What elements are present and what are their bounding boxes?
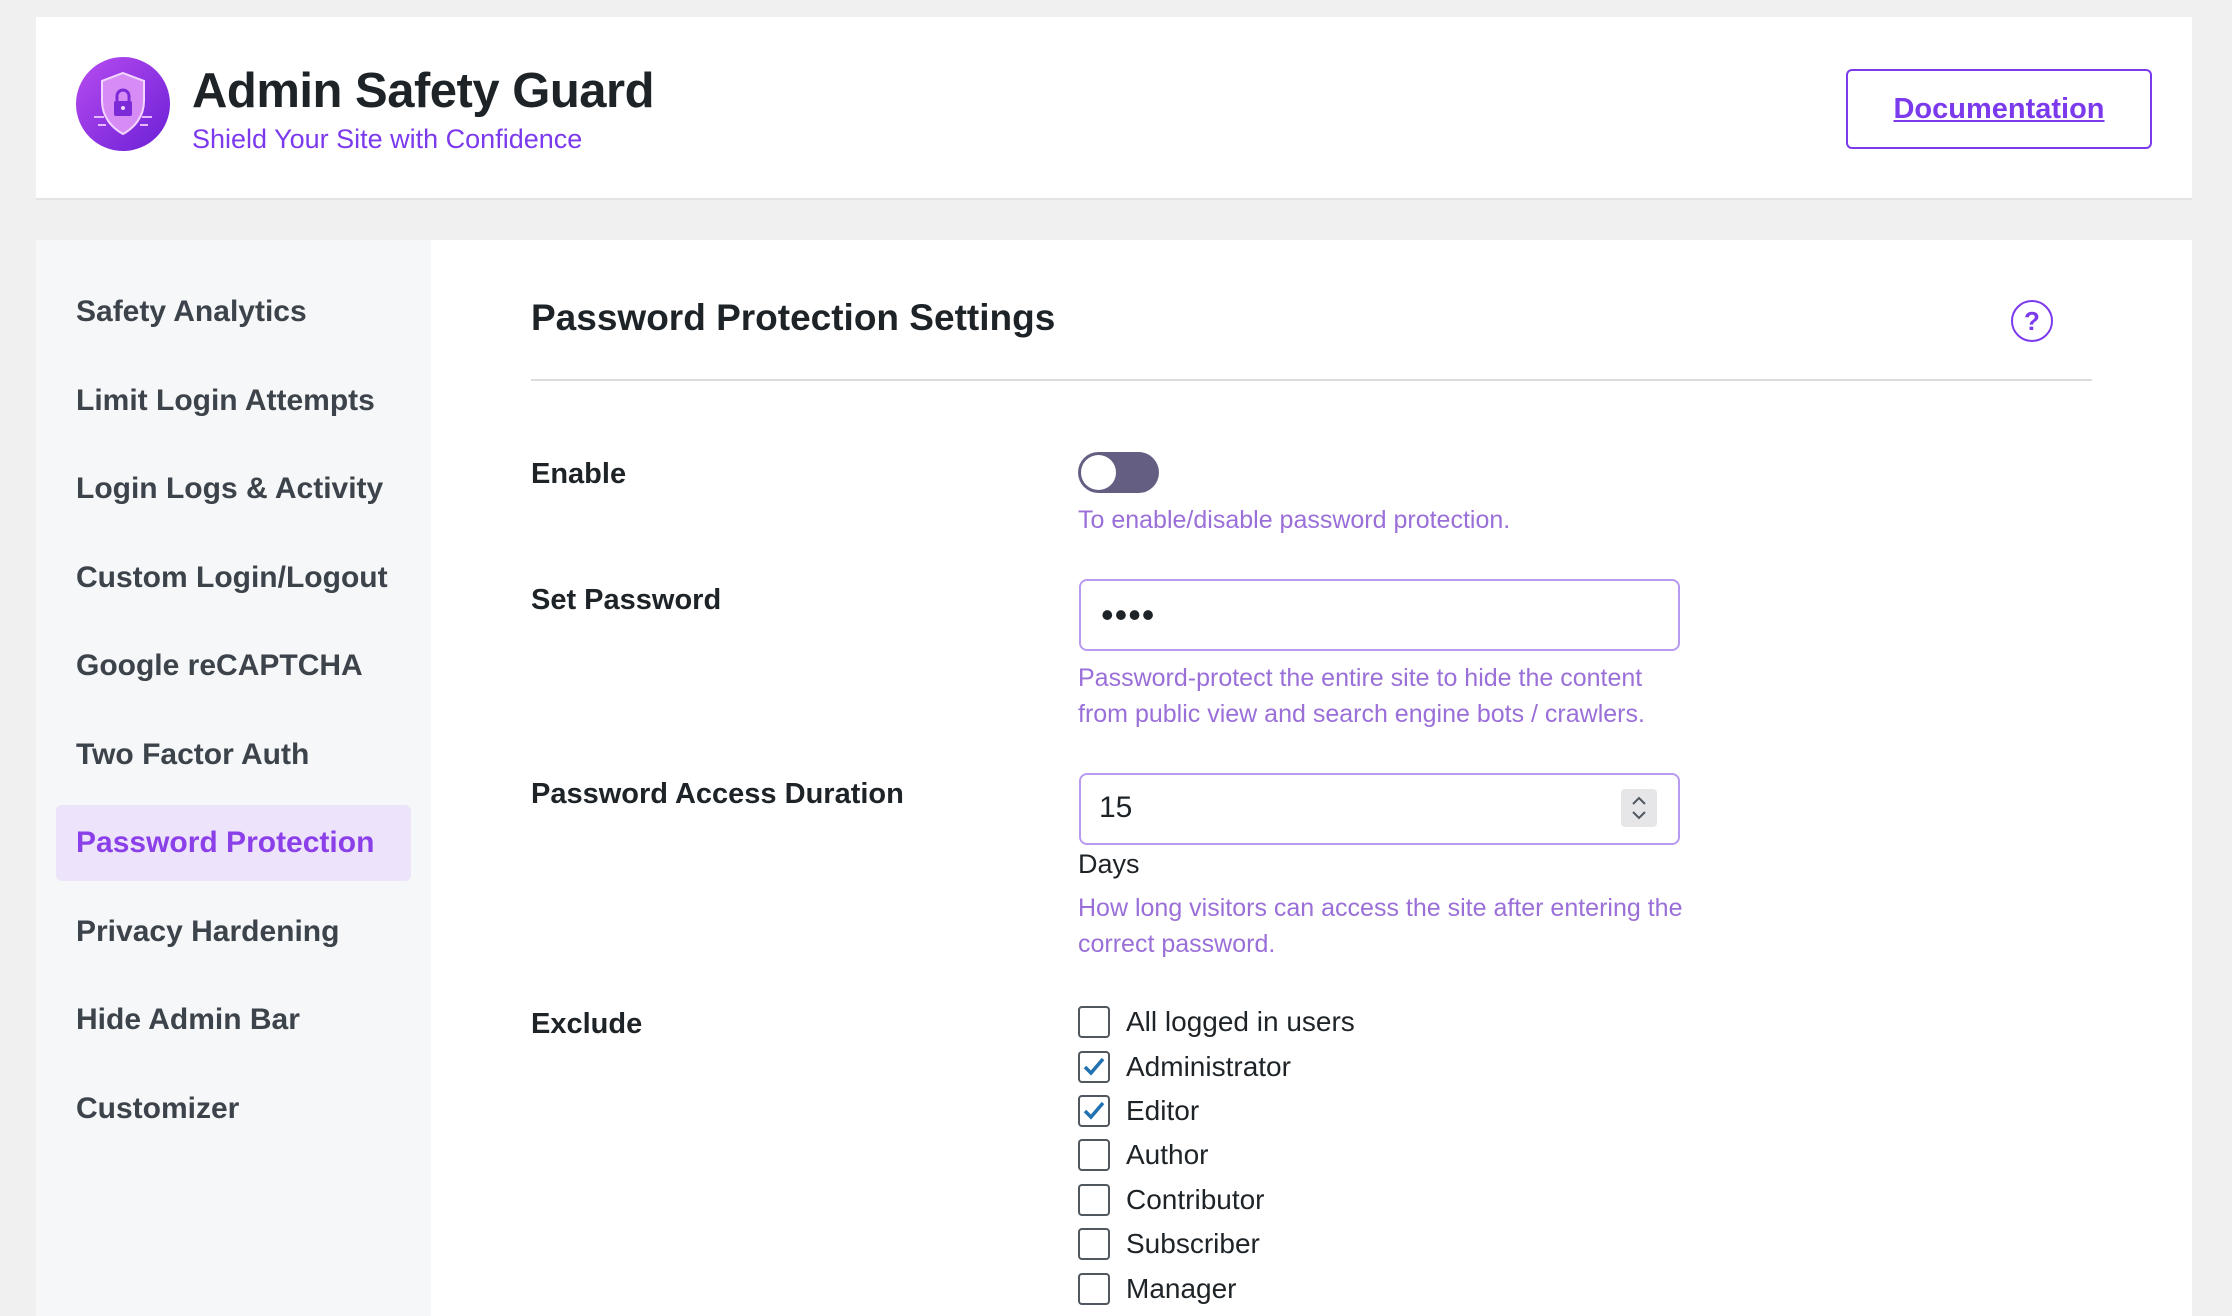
- exclude-option-all-logged-in[interactable]: All logged in users: [1078, 1005, 1355, 1039]
- exclude-label: Exclude: [531, 1008, 643, 1040]
- checkbox[interactable]: [1078, 1006, 1110, 1038]
- sidebar-item-google-recaptcha[interactable]: Google reCAPTCHA: [56, 628, 411, 704]
- number-spinner-icon[interactable]: [1621, 789, 1657, 827]
- duration-number-input[interactable]: [1079, 773, 1680, 845]
- sidebar-item-two-factor-auth[interactable]: Two Factor Auth: [56, 717, 411, 793]
- checkbox[interactable]: [1078, 1095, 1110, 1127]
- enable-toggle[interactable]: [1078, 452, 1159, 493]
- exclude-option-contributor[interactable]: Contributor: [1078, 1183, 1265, 1217]
- checkbox[interactable]: [1078, 1139, 1110, 1171]
- checkbox[interactable]: [1078, 1228, 1110, 1260]
- toggle-knob: [1081, 455, 1116, 490]
- sidebar-nav: Safety Analytics Limit Login Attempts Lo…: [36, 240, 431, 1316]
- shield-lock-logo-icon: [76, 57, 170, 151]
- duration-label: Password Access Duration: [531, 778, 904, 810]
- sidebar-item-custom-login-logout[interactable]: Custom Login/Logout: [56, 540, 411, 616]
- exclude-option-subscriber[interactable]: Subscriber: [1078, 1227, 1260, 1261]
- sidebar-item-password-protection[interactable]: Password Protection: [56, 805, 411, 881]
- duration-unit: Days: [1078, 849, 1140, 879]
- checkbox-label: Contributor: [1126, 1184, 1265, 1215]
- checkmark-icon: [1083, 1057, 1105, 1076]
- checkbox-label: Subscriber: [1126, 1228, 1260, 1259]
- app-header: Admin Safety Guard Shield Your Site with…: [36, 17, 2192, 200]
- app-tagline: Shield Your Site with Confidence: [192, 124, 583, 154]
- documentation-button[interactable]: Documentation: [1846, 69, 2152, 149]
- sidebar-item-safety-analytics[interactable]: Safety Analytics: [56, 274, 411, 350]
- checkbox[interactable]: [1078, 1184, 1110, 1216]
- settings-panel: Safety Analytics Limit Login Attempts Lo…: [36, 240, 2192, 1316]
- sidebar-item-customizer[interactable]: Customizer: [56, 1071, 411, 1147]
- sidebar-item-hide-admin-bar[interactable]: Hide Admin Bar: [56, 982, 411, 1058]
- sidebar-item-privacy-hardening[interactable]: Privacy Hardening: [56, 894, 411, 970]
- help-icon[interactable]: ?: [2011, 300, 2053, 342]
- duration-value: 15: [1099, 791, 1133, 824]
- checkbox-label: All logged in users: [1126, 1006, 1355, 1037]
- exclude-option-manager[interactable]: Manager: [1078, 1272, 1237, 1306]
- exclude-option-administrator[interactable]: Administrator: [1078, 1050, 1291, 1084]
- password-help-text: Password-protect the entire site to hide…: [1078, 664, 1645, 728]
- app-title: Admin Safety Guard: [192, 64, 655, 118]
- set-password-label: Set Password: [531, 584, 722, 616]
- settings-content: Password Protection Settings ? Enable To…: [431, 240, 2192, 1316]
- enable-label: Enable: [531, 458, 627, 490]
- checkbox-label: Administrator: [1126, 1051, 1291, 1082]
- exclude-option-author[interactable]: Author: [1078, 1138, 1209, 1172]
- checkbox-label: Manager: [1126, 1273, 1237, 1304]
- checkbox[interactable]: [1078, 1273, 1110, 1305]
- divider: [531, 379, 2092, 381]
- sidebar-item-limit-login-attempts[interactable]: Limit Login Attempts: [56, 363, 411, 439]
- checkbox-label: Editor: [1126, 1095, 1200, 1126]
- enable-help-text: To enable/disable password protection.: [1078, 506, 1511, 534]
- exclude-option-editor[interactable]: Editor: [1078, 1094, 1199, 1128]
- checkbox-label: Author: [1126, 1139, 1209, 1170]
- page-title: Password Protection Settings: [531, 297, 1056, 338]
- sidebar-item-login-logs[interactable]: Login Logs & Activity: [56, 451, 411, 527]
- password-field[interactable]: [1079, 579, 1680, 651]
- duration-help-text: How long visitors can access the site af…: [1078, 894, 1683, 958]
- checkbox[interactable]: [1078, 1051, 1110, 1083]
- checkmark-icon: [1083, 1101, 1105, 1120]
